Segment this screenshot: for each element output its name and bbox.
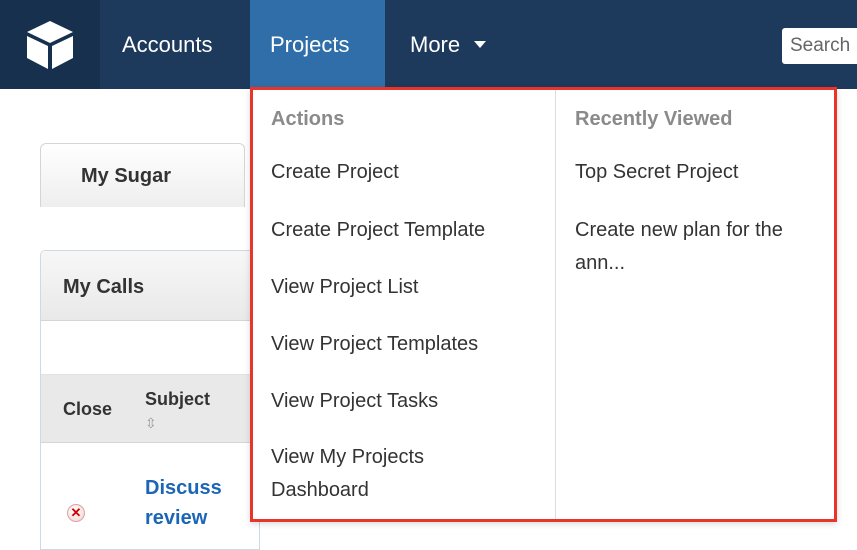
call-subject-link[interactable]: Discuss review [145,473,255,533]
nav-tab-more[interactable]: More [390,0,520,89]
top-nav: Accounts Projects More [0,0,857,89]
sort-icon[interactable]: ⇳ [145,415,157,432]
chevron-down-icon [474,40,487,48]
nav-tab-accounts[interactable]: Accounts [102,0,250,89]
menu-item-create-project-template[interactable]: Create Project Template [271,214,546,247]
dashlet-toolbar [41,321,259,375]
column-header-subject[interactable]: Subject [145,389,210,410]
menu-item-view-project-list[interactable]: View Project List [271,271,546,304]
nav-tab-projects-label: Projects [270,32,350,57]
menu-item-view-project-templates[interactable]: View Project Templates [271,328,546,361]
nav-tab-more-label: More [410,32,461,57]
actions-heading: Actions [271,108,345,130]
recent-item-top-secret-project[interactable]: Top Secret Project [575,156,830,189]
nav-tab-accounts-label: Accounts [122,32,213,57]
column-header-close: Close [63,399,113,419]
my-calls-dashlet: My Calls Close Subject ⇳ ✕ Discuss revie… [40,250,260,550]
projects-dropdown-menu: Actions Create Project Create Project Te… [250,87,837,522]
menu-item-create-project[interactable]: Create Project [271,156,546,189]
sugar-cube-icon [27,21,73,69]
recently-viewed-heading: Recently Viewed [575,108,733,130]
menu-item-view-my-projects-dashboard[interactable]: View My Projects Dashboard [271,441,481,507]
tab-my-sugar-label: My Sugar [81,165,172,187]
home-logo[interactable] [0,0,100,89]
menu-item-view-project-tasks[interactable]: View Project Tasks [271,385,546,418]
close-call-icon[interactable]: ✕ [67,504,85,522]
nav-tab-projects[interactable]: Projects [250,0,385,89]
dashlet-title: My Calls [41,251,259,321]
tab-my-sugar[interactable]: My Sugar [40,143,245,207]
table-header: Close Subject ⇳ [41,375,259,443]
actions-column: Actions Create Project Create Project Te… [253,90,556,519]
search-input[interactable] [782,28,857,64]
recent-item-create-new-plan[interactable]: Create new plan for the ann... [575,214,830,280]
recently-viewed-column: Recently Viewed Top Secret Project Creat… [557,90,835,519]
